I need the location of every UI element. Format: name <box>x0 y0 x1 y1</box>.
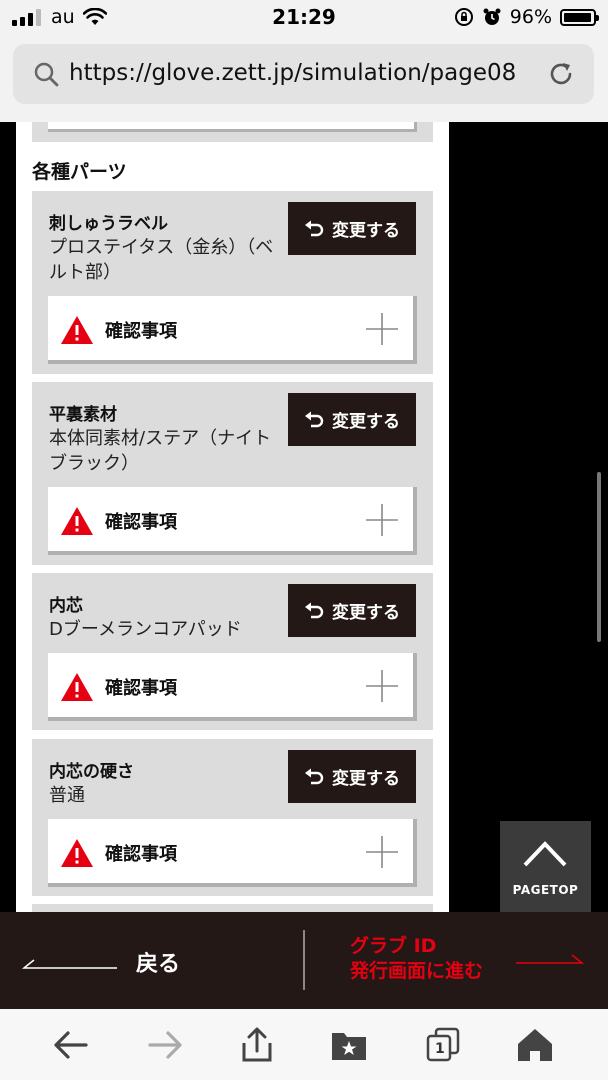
change-button[interactable]: 変更する <box>288 750 416 803</box>
browser-toolbar: 1 <box>0 1009 608 1080</box>
change-button[interactable]: 変更する <box>288 393 416 446</box>
arrow-right-icon <box>516 954 584 964</box>
part-name: 内芯の硬さ <box>49 762 134 782</box>
status-bar: au 21:29 96% <box>0 0 608 36</box>
search-icon <box>34 62 59 87</box>
section-title: 各種パーツ <box>32 161 127 183</box>
change-button-label: 変更する <box>332 221 400 241</box>
warning-icon <box>61 839 93 867</box>
confirm-accordion[interactable]: 確認事項 <box>48 487 417 555</box>
undo-icon <box>305 220 324 236</box>
warning-icon <box>61 316 93 344</box>
home-icon[interactable] <box>516 1027 554 1063</box>
part-value: プロステイタス（金糸）（ベルト部） <box>49 237 274 284</box>
change-button-label: 変更する <box>332 769 400 789</box>
bottom-nav: 戻る グラブ ID 発行画面に進む <box>0 912 608 1009</box>
undo-icon <box>305 768 324 784</box>
part-card: 内芯 Dブーメランコアパッド 変更する 確認事項 <box>32 573 433 730</box>
part-value: 本体同素材/ステア（ナイトブラック） <box>49 428 272 475</box>
back-label: 戻る <box>136 952 181 977</box>
status-right: 96% <box>454 6 599 28</box>
plus-icon[interactable] <box>365 835 399 869</box>
next-button[interactable]: グラブ ID 発行画面に進む <box>305 912 608 1009</box>
change-button-label: 変更する <box>332 412 400 432</box>
confirm-accordion[interactable]: 確認事項 <box>48 653 417 721</box>
next-card-fragment <box>32 904 433 912</box>
confirm-label: 確認事項 <box>105 512 177 533</box>
browser-address-area: https://glove.zett.jp/simulation/page08 <box>0 36 608 122</box>
bookmarks-icon[interactable] <box>330 1027 368 1063</box>
tab-count: 1 <box>435 1041 445 1057</box>
plus-icon[interactable] <box>365 312 399 346</box>
confirm-label: 確認事項 <box>105 678 177 699</box>
change-button-label: 変更する <box>332 603 400 623</box>
pagetop-button[interactable]: PAGETOP <box>500 821 591 912</box>
next-label-line1: グラブ ID <box>350 935 437 957</box>
confirm-accordion[interactable]: 確認事項 <box>48 819 417 887</box>
back-button[interactable]: 戻る <box>0 912 303 1009</box>
undo-icon <box>305 411 324 427</box>
battery-icon <box>560 8 599 26</box>
alarm-icon <box>483 8 501 25</box>
next-label-line2: 発行画面に進む <box>350 959 484 982</box>
part-name: 平裏素材 <box>49 405 117 425</box>
back-arrow-icon[interactable] <box>52 1027 90 1063</box>
warning-icon <box>61 673 93 701</box>
chevron-up-icon <box>523 841 567 867</box>
part-value: 普通 <box>49 785 85 806</box>
battery-percent: 96% <box>509 6 552 28</box>
warning-icon <box>61 507 93 535</box>
part-card: 平裏素材 本体同素材/ステア（ナイトブラック） 変更する 確認事項 <box>32 382 433 565</box>
page-viewport: 各種パーツ 刺しゅうラベル プロステイタス（金糸）（ベルト部） 変更する 確認事… <box>0 122 608 912</box>
confirm-label: 確認事項 <box>105 844 177 865</box>
plus-icon[interactable] <box>365 669 399 703</box>
plus-icon[interactable] <box>365 503 399 537</box>
previous-card-fragment <box>32 122 433 142</box>
change-button[interactable]: 変更する <box>288 202 416 255</box>
part-card: 刺しゅうラベル プロステイタス（金糸）（ベルト部） 変更する 確認事項 <box>32 191 433 374</box>
part-value: Dブーメランコアパッド <box>49 619 242 640</box>
part-card: 内芯の硬さ 普通 変更する 確認事項 <box>32 739 433 896</box>
orientation-lock-icon <box>454 8 473 26</box>
share-icon[interactable] <box>238 1027 276 1063</box>
confirm-label: 確認事項 <box>105 321 177 342</box>
forward-arrow-icon[interactable] <box>146 1027 184 1063</box>
arrow-left-icon <box>22 959 117 969</box>
scrollbar[interactable] <box>597 472 601 642</box>
undo-icon <box>305 602 324 618</box>
main-content: 各種パーツ 刺しゅうラベル プロステイタス（金糸）（ベルト部） 変更する 確認事… <box>16 122 449 912</box>
address-bar[interactable]: https://glove.zett.jp/simulation/page08 <box>13 44 594 104</box>
next-label: グラブ ID 発行画面に進む <box>350 934 483 983</box>
part-name: 内芯 <box>49 596 83 616</box>
confirm-accordion[interactable]: 確認事項 <box>48 296 417 364</box>
url-text[interactable]: https://glove.zett.jp/simulation/page08 <box>69 60 516 86</box>
pagetop-label: PAGETOP <box>512 883 579 897</box>
reload-icon[interactable] <box>546 59 576 89</box>
part-name: 刺しゅうラベル <box>49 214 168 234</box>
change-button[interactable]: 変更する <box>288 584 416 637</box>
